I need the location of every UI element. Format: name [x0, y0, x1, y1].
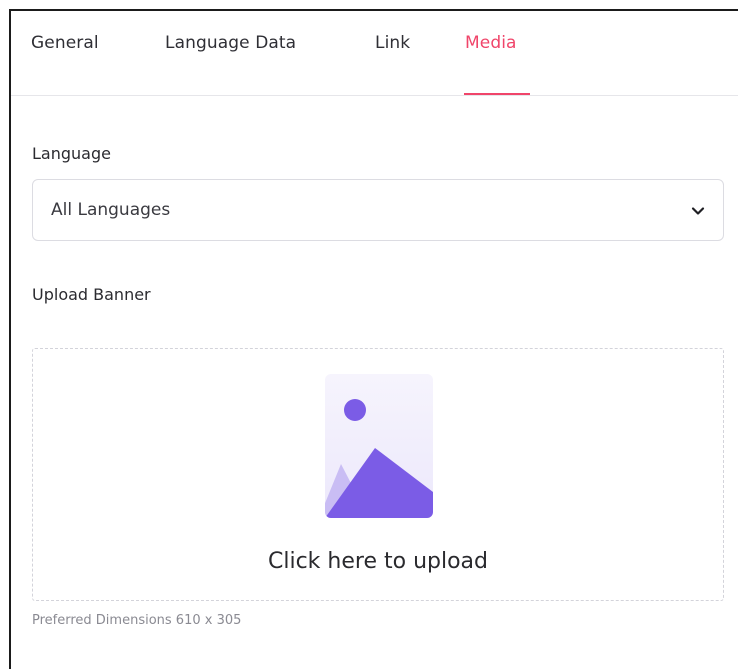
- active-tab-indicator: [464, 93, 530, 95]
- media-settings-panel: General Language Data Link Media Languag…: [9, 9, 738, 669]
- language-select-value: All Languages: [51, 200, 171, 220]
- language-label: Language: [32, 144, 111, 163]
- tab-link[interactable]: Link: [375, 33, 410, 53]
- preferred-dimensions-hint: Preferred Dimensions 610 x 305: [32, 613, 242, 628]
- image-placeholder-icon: [325, 374, 433, 518]
- tab-bar: General Language Data Link Media: [11, 11, 738, 96]
- upload-banner-label: Upload Banner: [32, 285, 151, 304]
- upload-cta-text: Click here to upload: [268, 549, 488, 574]
- upload-dropzone[interactable]: Click here to upload: [32, 348, 724, 601]
- tab-general[interactable]: General: [31, 33, 99, 53]
- tab-media[interactable]: Media: [465, 33, 517, 53]
- language-select[interactable]: All Languages: [32, 179, 724, 241]
- chevron-down-icon: [691, 207, 705, 215]
- tab-language-data[interactable]: Language Data: [165, 33, 296, 53]
